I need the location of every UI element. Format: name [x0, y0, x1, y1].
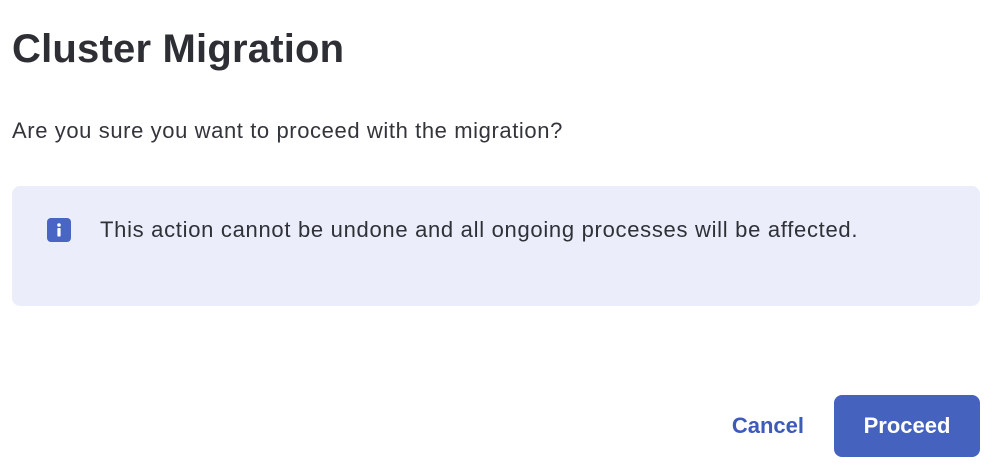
callout-text: This action cannot be undone and all ong… [100, 217, 859, 242]
info-icon [47, 218, 71, 242]
proceed-button[interactable]: Proceed [834, 395, 980, 457]
info-callout: This action cannot be undone and all ong… [12, 186, 980, 306]
dialog-actions: Cancel Proceed [716, 395, 980, 457]
confirmation-dialog: Cluster Migration Are you sure you want … [0, 0, 1000, 470]
dialog-message: Are you sure you want to proceed with th… [12, 118, 563, 143]
dialog-title: Cluster Migration [12, 27, 345, 71]
cancel-button[interactable]: Cancel [716, 395, 820, 457]
